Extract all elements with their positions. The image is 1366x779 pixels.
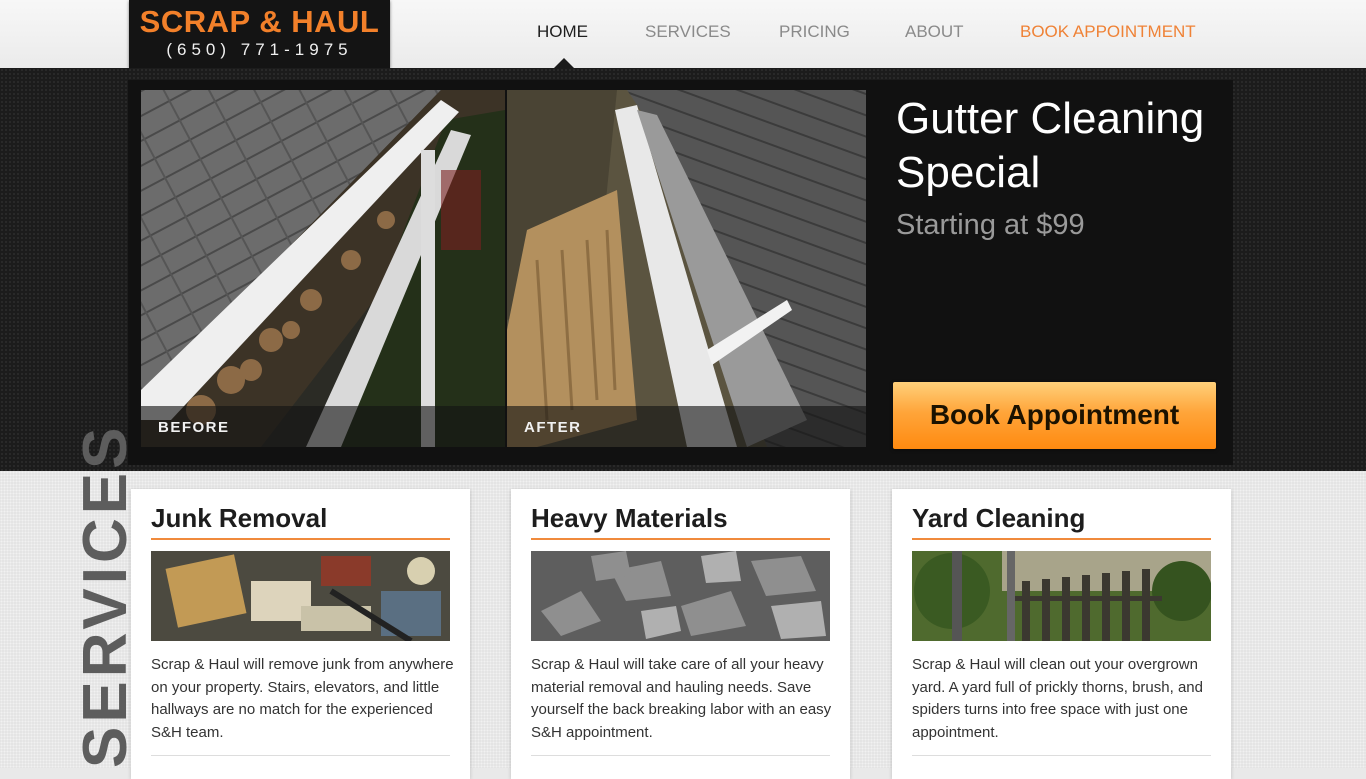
before-photo: BEFORE [141, 90, 505, 447]
service-card-description: Scrap & Haul will remove junk from anywh… [151, 656, 454, 741]
book-appointment-button-label: Book Appointment [929, 399, 1180, 430]
service-card-yard-cleaning[interactable]: Yard Cleaning Scrap & Haul will clean ou… [892, 489, 1231, 779]
service-card-title[interactable]: Junk Removal [151, 503, 327, 534]
service-card-title[interactable]: Heavy Materials [531, 503, 728, 534]
card-footer-divider [151, 755, 450, 756]
logo-phone-number: (650) 771-1975 [166, 40, 353, 59]
book-appointment-button[interactable]: Book Appointment [893, 382, 1216, 449]
title-divider [151, 538, 450, 540]
service-card-title[interactable]: Yard Cleaning [912, 503, 1085, 534]
heavy-materials-image [531, 551, 830, 641]
nav-book-appointment[interactable]: BOOK APPOINTMENT [1020, 22, 1196, 42]
logo-brand-name: SCRAP & HAUL [139, 4, 380, 39]
service-card-description: Scrap & Haul will clean out your overgro… [912, 656, 1203, 741]
nav-services[interactable]: SERVICES [645, 22, 731, 42]
service-card-heavy-materials[interactable]: Heavy Materials Scrap & Haul will take c… [511, 489, 850, 779]
junk-removal-image [151, 551, 450, 641]
nav-pricing[interactable]: PRICING [779, 22, 850, 42]
card-footer-divider [912, 755, 1211, 756]
site-logo[interactable]: SCRAP & HAUL (650) 771-1975 [129, 0, 390, 68]
title-divider [912, 538, 1211, 540]
card-footer-divider [531, 755, 830, 756]
service-card-description: Scrap & Haul will take care of all your … [531, 656, 832, 741]
service-card-junk-removal[interactable]: Junk Removal Scrap & Haul will remove ju… [131, 489, 470, 779]
after-photo: AFTER [507, 90, 866, 447]
yard-cleaning-image [912, 551, 1211, 641]
title-divider [531, 538, 830, 540]
before-caption: BEFORE [158, 419, 230, 436]
before-caption-bar: BEFORE [141, 406, 505, 447]
after-caption-bar: AFTER [507, 406, 866, 447]
promo-title: Gutter Cleaning Special [896, 94, 1205, 197]
nav-about[interactable]: ABOUT [905, 22, 964, 42]
promo-price: Starting at $99 [896, 209, 1085, 241]
active-nav-indicator [554, 58, 574, 68]
nav-home[interactable]: HOME [537, 22, 588, 42]
site-header: SCRAP & HAUL (650) 771-1975 HOME SERVICE… [0, 0, 1366, 69]
after-caption: AFTER [524, 419, 582, 436]
